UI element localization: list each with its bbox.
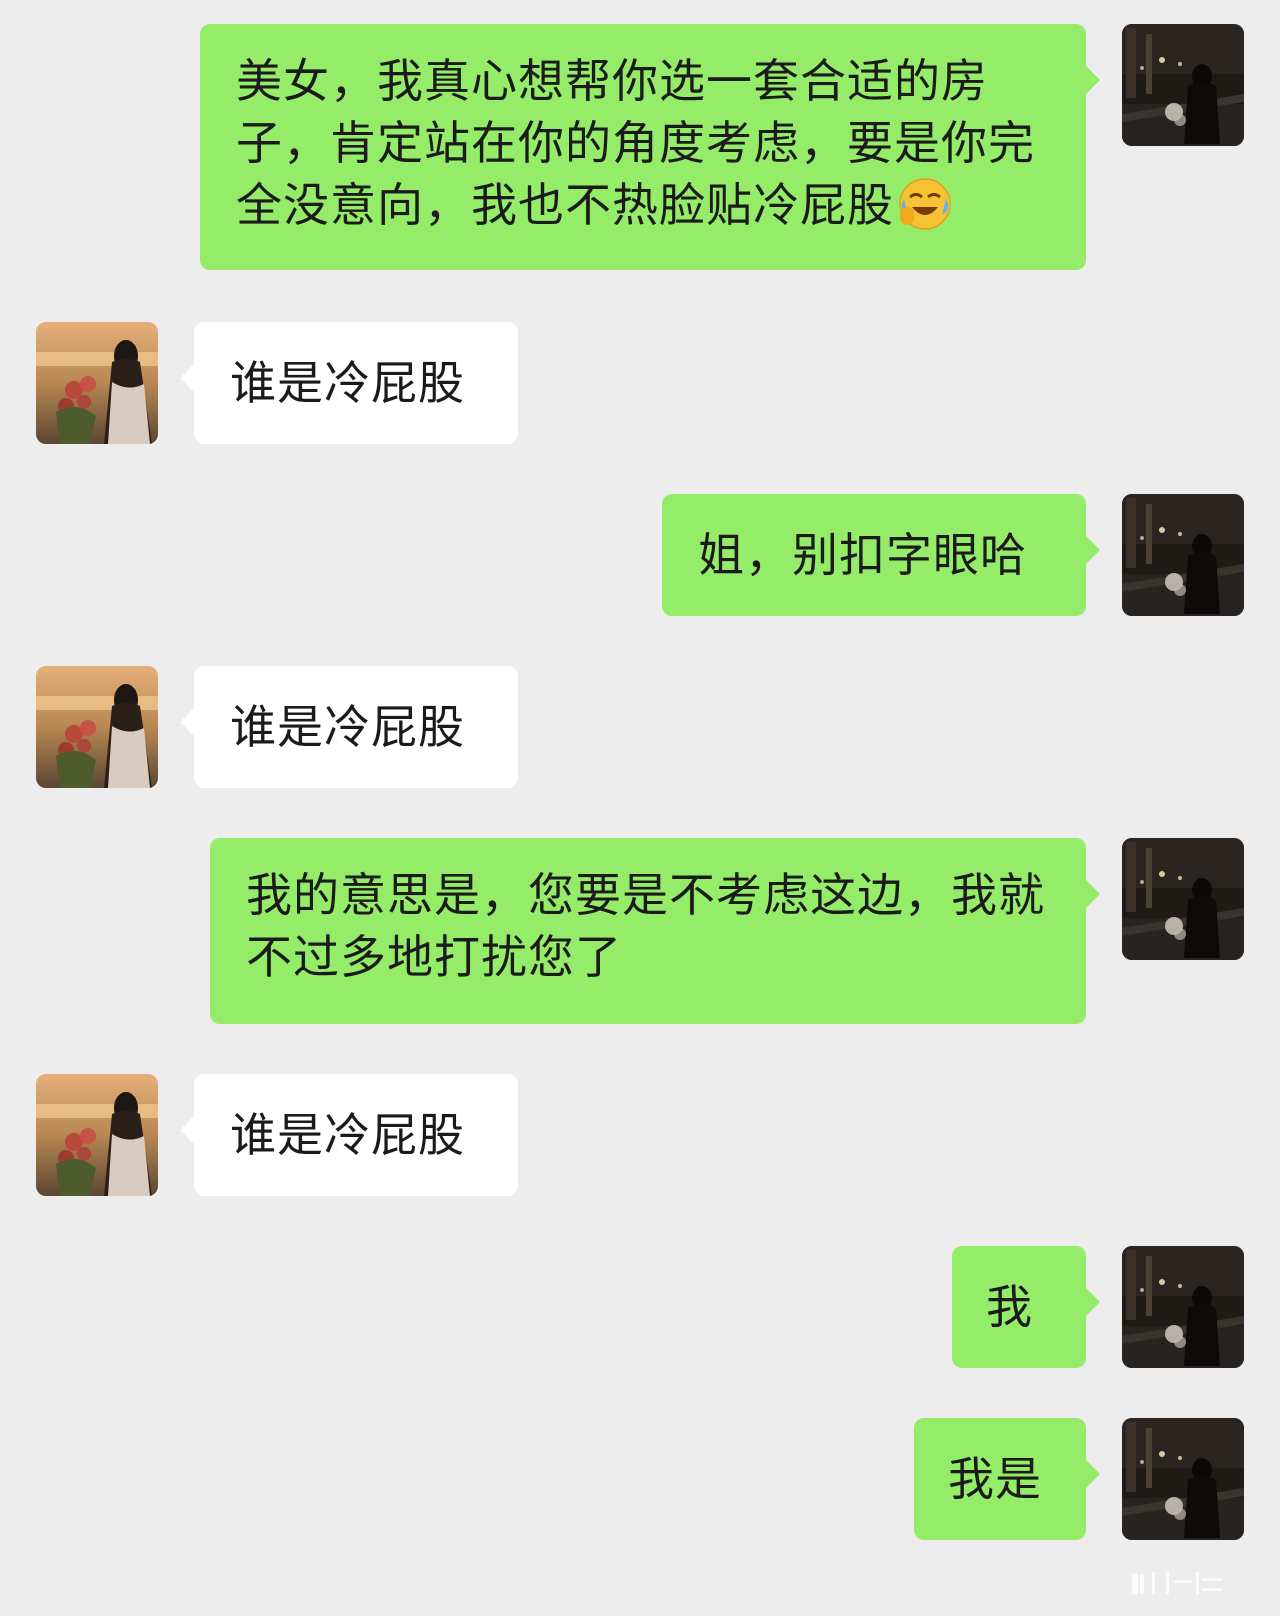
night-street-girl-avatar-icon bbox=[1122, 1418, 1244, 1540]
sunset-girl-avatar-icon bbox=[36, 666, 158, 788]
contact-avatar[interactable] bbox=[36, 322, 158, 444]
self-avatar[interactable] bbox=[1122, 24, 1244, 146]
message-bubble-outgoing[interactable]: 我是 bbox=[914, 1418, 1100, 1540]
sunset-girl-avatar-icon bbox=[36, 322, 158, 444]
contact-avatar[interactable] bbox=[36, 1074, 158, 1196]
contact-avatar[interactable] bbox=[36, 666, 158, 788]
self-avatar[interactable] bbox=[1122, 494, 1244, 616]
night-street-girl-avatar-icon bbox=[1122, 838, 1244, 960]
message-text: 我的意思是，您要是不考虑这边，我就不过多地打扰您了 bbox=[246, 868, 1045, 984]
message-text: 我 bbox=[986, 1280, 1033, 1334]
message-text: 姐，别扣字眼哈 bbox=[698, 528, 1027, 582]
self-avatar[interactable] bbox=[1122, 1418, 1244, 1540]
self-avatar[interactable] bbox=[1122, 1246, 1244, 1368]
message-bubble-outgoing[interactable]: 我 bbox=[952, 1246, 1100, 1368]
message-bubble-outgoing[interactable]: 我的意思是，您要是不考虑这边，我就不过多地打扰您了 bbox=[210, 838, 1100, 1024]
message-text: 谁是冷屁股 bbox=[230, 700, 465, 754]
watermark-logo-icon bbox=[1132, 1572, 1222, 1594]
crying-laughing-emoji-icon bbox=[898, 177, 952, 231]
message-bubble-outgoing[interactable]: 美女，我真心想帮你选一套合适的房子，肯定站在你的角度考虑，要是你完全没意向，我也… bbox=[200, 24, 1100, 270]
night-street-girl-avatar-icon bbox=[1122, 494, 1244, 616]
night-street-girl-avatar-icon bbox=[1122, 1246, 1244, 1368]
self-avatar[interactable] bbox=[1122, 838, 1244, 960]
night-street-girl-avatar-icon bbox=[1122, 24, 1244, 146]
message-bubble-incoming[interactable]: 谁是冷屁股 bbox=[180, 666, 518, 788]
message-bubble-incoming[interactable]: 谁是冷屁股 bbox=[180, 1074, 518, 1196]
message-text: 谁是冷屁股 bbox=[230, 1108, 465, 1162]
message-text: 我是 bbox=[948, 1452, 1042, 1506]
message-text: 谁是冷屁股 bbox=[230, 356, 465, 410]
chat-area: 美女，我真心想帮你选一套合适的房子，肯定站在你的角度考虑，要是你完全没意向，我也… bbox=[0, 0, 1280, 1616]
sunset-girl-avatar-icon bbox=[36, 1074, 158, 1196]
message-bubble-incoming[interactable]: 谁是冷屁股 bbox=[180, 322, 518, 444]
message-bubble-outgoing[interactable]: 姐，别扣字眼哈 bbox=[662, 494, 1100, 616]
